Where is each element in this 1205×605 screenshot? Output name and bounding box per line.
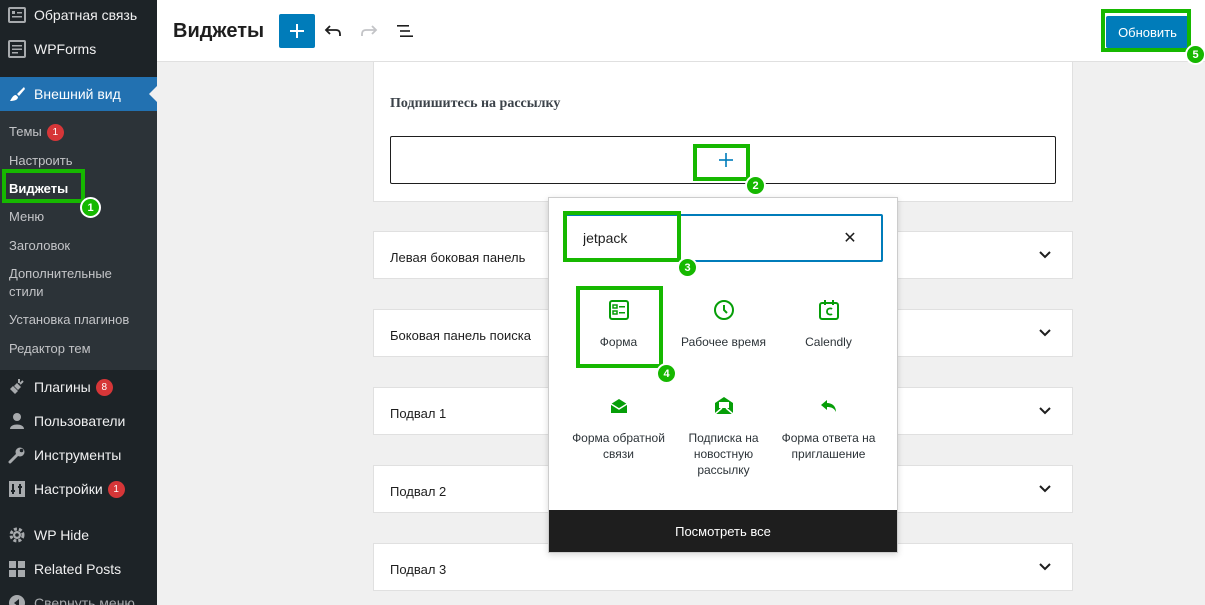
brush-icon bbox=[7, 84, 27, 104]
block-option-calendly[interactable]: Calendly bbox=[776, 298, 881, 350]
list-view-icon bbox=[397, 25, 413, 37]
sidebar-item-related-posts[interactable]: Related Posts bbox=[0, 552, 157, 586]
widget-area-title: Подвал 2 bbox=[390, 484, 447, 499]
clock-icon bbox=[713, 300, 734, 320]
widget-heading: Подпишитесь на рассылку bbox=[390, 96, 561, 111]
chevron-down-icon bbox=[1039, 563, 1051, 571]
block-option-business-hours[interactable]: Рабочее время bbox=[671, 298, 776, 350]
sidebar-item-label: Плагины bbox=[34, 379, 91, 395]
block-inserter-popover: ✕ Форма Рабочее время Calendly Форма обр… bbox=[548, 197, 898, 553]
collapse-icon bbox=[7, 593, 27, 605]
admin-sidebar: Обратная связь WPForms Внешний вид Темы 1… bbox=[0, 0, 157, 605]
close-icon[interactable]: ✕ bbox=[841, 229, 859, 247]
update-badge: 1 bbox=[107, 480, 125, 498]
contact-form-icon bbox=[610, 399, 627, 413]
chevron-down-icon bbox=[1039, 329, 1051, 337]
user-icon bbox=[7, 411, 27, 431]
sidebar-item-label: Обратная связь bbox=[34, 7, 138, 23]
submenu-label: Темы bbox=[9, 124, 42, 139]
block-option-newsletter[interactable]: Подписка на новостную рассылку bbox=[671, 394, 776, 478]
sidebar-item-label: Внешний вид bbox=[34, 86, 121, 102]
redo-icon bbox=[361, 25, 378, 36]
settings-icon bbox=[7, 479, 27, 499]
sidebar-item-tools[interactable]: Инструменты bbox=[0, 438, 157, 472]
step-marker: 3 bbox=[677, 257, 698, 278]
sidebar-item-label: WP Hide bbox=[34, 527, 89, 543]
widget-area-title: Боковая панель поиска bbox=[390, 328, 531, 343]
step-marker: 5 bbox=[1185, 44, 1205, 65]
update-badge: 8 bbox=[95, 378, 113, 396]
sidebar-item-appearance[interactable]: Внешний вид bbox=[0, 77, 157, 111]
widget-area-title: Подвал 3 bbox=[390, 562, 447, 577]
sidebar-item-settings[interactable]: Настройки 1 bbox=[0, 472, 157, 506]
sidebar-item-label: Related Posts bbox=[34, 561, 122, 577]
submenu-item-install-plugins[interactable]: Установка плагинов bbox=[9, 311, 149, 329]
submenu-item-customize[interactable]: Настроить bbox=[9, 152, 149, 170]
chevron-down-icon bbox=[1039, 485, 1051, 493]
block-option-label: Подписка на новостную рассылку bbox=[688, 431, 759, 477]
widget-area-title: Левая боковая панель bbox=[390, 250, 526, 265]
grid-icon bbox=[7, 559, 27, 579]
submenu-item-menus[interactable]: Меню bbox=[9, 208, 149, 226]
view-all-button[interactable]: Посмотреть все bbox=[549, 510, 897, 552]
form-icon bbox=[608, 300, 629, 320]
submenu-item-header[interactable]: Заголовок bbox=[9, 237, 149, 255]
feedback-icon bbox=[7, 5, 27, 25]
sidebar-item-label: Пользователи bbox=[34, 413, 126, 429]
sidebar-item-wp-hide[interactable]: WP Hide bbox=[0, 518, 157, 552]
list-view-button[interactable] bbox=[387, 14, 423, 48]
block-option-label: Calendly bbox=[805, 335, 852, 349]
newsletter-icon bbox=[714, 397, 733, 415]
step-marker: 1 bbox=[80, 197, 101, 218]
submenu-item-extra-styles[interactable]: Дополнительные стили bbox=[9, 265, 149, 301]
update-button[interactable]: Обновить bbox=[1106, 16, 1189, 48]
block-option-label: Рабочее время bbox=[681, 335, 766, 349]
sidebar-item-label: WPForms bbox=[34, 41, 97, 57]
add-block-button[interactable] bbox=[279, 14, 315, 48]
submenu-item-themes[interactable]: Темы 1 bbox=[9, 123, 149, 142]
wrench-icon bbox=[7, 445, 27, 465]
block-option-label: Форма ответа на приглашение bbox=[781, 431, 876, 461]
sidebar-collapse-menu[interactable]: Свернуть меню bbox=[0, 586, 157, 605]
block-option-label: Форма обратной связи bbox=[572, 431, 665, 461]
sidebar-item-users[interactable]: Пользователи bbox=[0, 404, 157, 438]
sidebar-item-wpforms[interactable]: WPForms bbox=[0, 32, 157, 66]
block-search-input[interactable] bbox=[567, 216, 837, 260]
undo-button[interactable] bbox=[315, 14, 351, 48]
widget-area-title: Подвал 1 bbox=[390, 406, 447, 421]
block-option-rsvp[interactable]: Форма ответа на приглашение bbox=[776, 394, 881, 462]
plugin-icon bbox=[7, 377, 27, 397]
block-search: ✕ bbox=[565, 214, 883, 262]
block-option-contact-form[interactable]: Форма обратной связи bbox=[566, 394, 671, 462]
block-appender[interactable] bbox=[390, 136, 1056, 184]
page-title: Виджеты bbox=[173, 20, 265, 42]
sidebar-item-feedback[interactable]: Обратная связь bbox=[0, 0, 157, 32]
wpforms-icon bbox=[7, 39, 27, 59]
widget-area-expanded: Подпишитесь на рассылку bbox=[373, 62, 1073, 202]
update-badge: 1 bbox=[46, 124, 64, 142]
appearance-submenu: Темы 1 Настроить Виджеты Меню Заголовок Д… bbox=[0, 111, 157, 370]
sidebar-item-label: Настройки bbox=[34, 481, 103, 497]
block-option-label: Форма bbox=[599, 335, 638, 349]
redo-button[interactable] bbox=[351, 14, 387, 48]
calendly-icon bbox=[818, 300, 839, 320]
undo-icon bbox=[324, 25, 341, 36]
editor-header: Виджеты Обновить bbox=[157, 0, 1205, 62]
sidebar-item-plugins[interactable]: Плагины 8 bbox=[0, 370, 157, 404]
sidebar-item-label: Свернуть меню bbox=[34, 595, 135, 605]
submenu-item-theme-editor[interactable]: Редактор тем bbox=[9, 340, 149, 358]
gear-icon bbox=[7, 525, 27, 545]
plus-icon[interactable] bbox=[713, 147, 739, 173]
chevron-down-icon bbox=[1039, 251, 1051, 259]
step-marker: 2 bbox=[745, 175, 766, 196]
sidebar-item-label: Инструменты bbox=[34, 447, 122, 463]
rsvp-icon bbox=[820, 400, 836, 412]
step-marker: 4 bbox=[656, 363, 677, 384]
chevron-down-icon bbox=[1039, 407, 1051, 415]
submenu-item-widgets[interactable]: Виджеты bbox=[9, 180, 149, 198]
block-option-form[interactable]: Форма bbox=[566, 298, 671, 350]
plus-icon bbox=[290, 24, 304, 38]
